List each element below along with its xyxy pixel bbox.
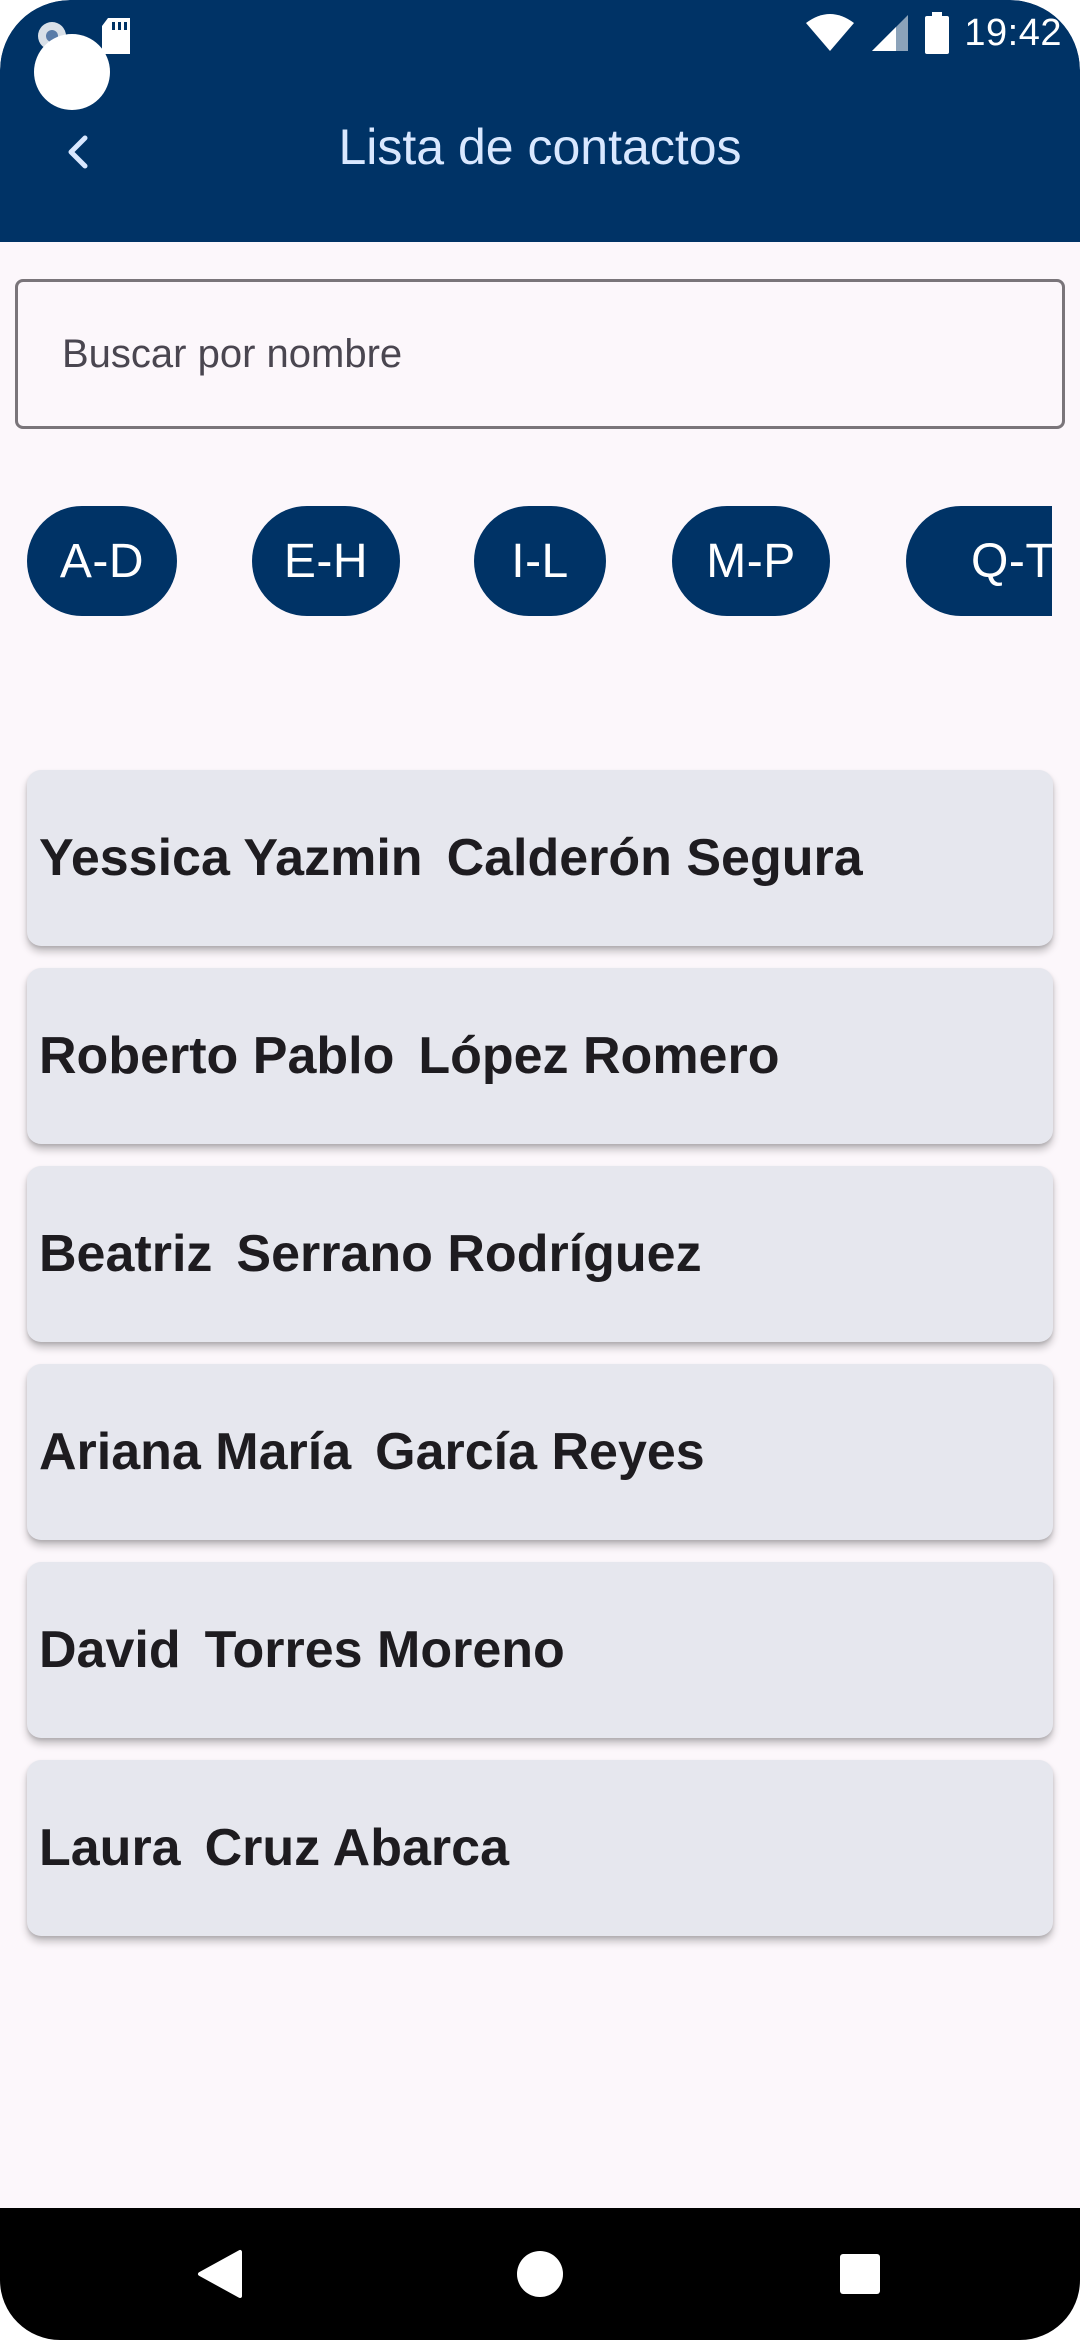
filter-chip-q-t[interactable]: Q-T bbox=[906, 506, 1052, 616]
contact-first-name: Yessica Yazmin bbox=[39, 829, 423, 887]
filter-chip-label: I-L bbox=[511, 534, 569, 588]
search-input[interactable] bbox=[60, 330, 1062, 378]
filter-chip-e-h[interactable]: E-H bbox=[252, 506, 400, 616]
contact-first-name: Roberto Pablo bbox=[39, 1027, 395, 1085]
sd-card-icon bbox=[102, 18, 130, 54]
contact-first-name: Beatriz bbox=[39, 1225, 213, 1283]
floating-touch-indicator bbox=[34, 34, 110, 110]
signal-icon bbox=[872, 15, 909, 51]
screen: 19:42 Lista de contactos A-D E-H I-L M-P… bbox=[0, 0, 1080, 2340]
status-bar-right: 19:42 bbox=[804, 8, 1062, 58]
filter-chip-label: E-H bbox=[283, 534, 369, 588]
filter-chip-label: A-D bbox=[59, 534, 145, 588]
filter-chip-label: M-P bbox=[706, 534, 796, 588]
contact-card[interactable]: Yessica Yazmin Calderón Segura bbox=[27, 770, 1053, 946]
status-time: 19:42 bbox=[964, 11, 1062, 54]
contact-card[interactable]: Ariana María García Reyes bbox=[27, 1364, 1053, 1540]
back-triangle-icon bbox=[198, 2250, 242, 2298]
nav-recents-button[interactable] bbox=[800, 2208, 920, 2340]
wifi-icon bbox=[806, 14, 855, 51]
contact-last-name: García Reyes bbox=[375, 1423, 705, 1481]
contact-first-name: Laura bbox=[39, 1819, 181, 1877]
recents-square-icon bbox=[840, 2254, 880, 2294]
home-circle-icon bbox=[517, 2251, 563, 2297]
contact-last-name: Serrano Rodríguez bbox=[236, 1225, 702, 1283]
contact-last-name: López Romero bbox=[418, 1027, 780, 1085]
nav-home-button[interactable] bbox=[480, 2208, 600, 2340]
contact-last-name: Torres Moreno bbox=[204, 1621, 565, 1679]
nav-back-button[interactable] bbox=[160, 2208, 280, 2340]
system-navigation-bar bbox=[0, 2208, 1080, 2340]
contact-first-name: David bbox=[39, 1621, 181, 1679]
filter-chip-a-d[interactable]: A-D bbox=[27, 506, 177, 616]
alphabet-filter-row: A-D E-H I-L M-P Q-T bbox=[27, 506, 1052, 616]
app-bar: 19:42 Lista de contactos bbox=[0, 0, 1080, 242]
contact-card[interactable]: Beatriz Serrano Rodríguez bbox=[27, 1166, 1053, 1342]
search-field[interactable] bbox=[15, 279, 1065, 429]
filter-chip-m-p[interactable]: M-P bbox=[672, 506, 830, 616]
contact-last-name: Cruz Abarca bbox=[204, 1819, 509, 1877]
contact-card[interactable]: Roberto Pablo López Romero bbox=[27, 968, 1053, 1144]
filter-chip-i-l[interactable]: I-L bbox=[474, 506, 606, 616]
contact-first-name: Ariana María bbox=[39, 1423, 352, 1481]
contact-list: Yessica Yazmin Calderón Segura Roberto P… bbox=[27, 770, 1053, 1958]
contact-card[interactable]: Laura Cruz Abarca bbox=[27, 1760, 1053, 1936]
page-title: Lista de contactos bbox=[338, 119, 742, 175]
battery-icon bbox=[925, 12, 950, 54]
contact-card[interactable]: David Torres Moreno bbox=[27, 1562, 1053, 1738]
contact-last-name: Calderón Segura bbox=[446, 829, 863, 887]
filter-chip-label: Q-T bbox=[971, 534, 1052, 588]
